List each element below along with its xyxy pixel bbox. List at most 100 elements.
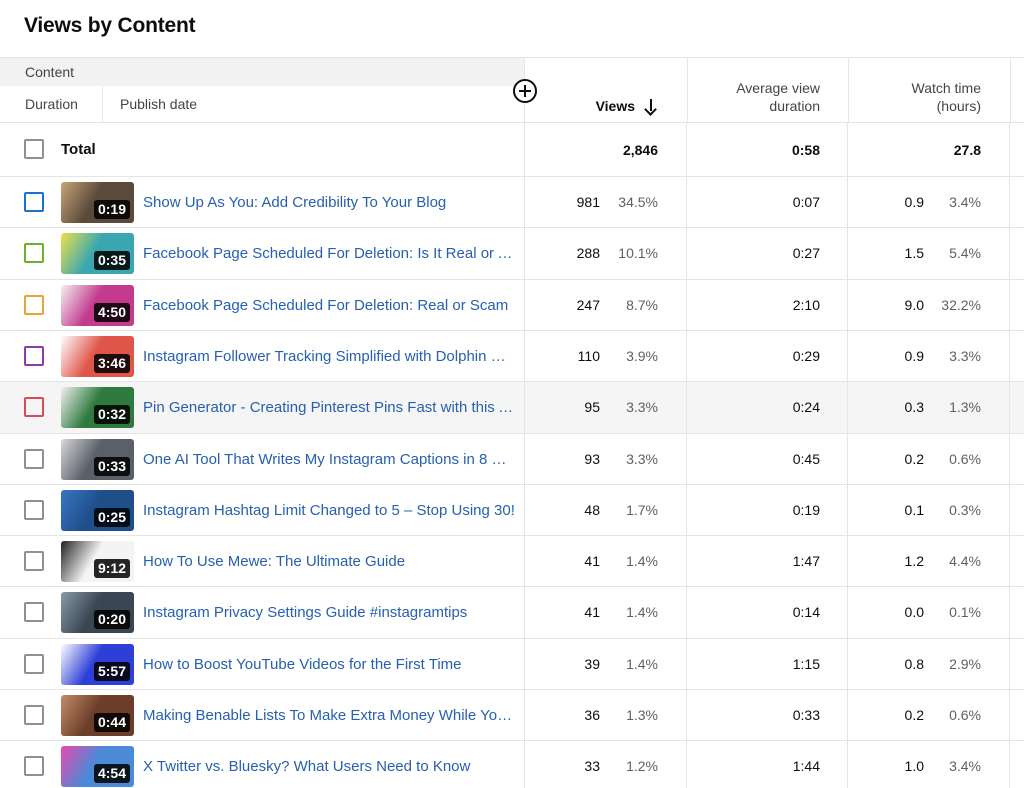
row-checkbox[interactable] [24, 756, 44, 776]
divider [1009, 741, 1010, 788]
divider [524, 177, 525, 227]
views-value: 48 [584, 502, 600, 518]
views-percent: 1.7% [626, 502, 658, 518]
video-title-link[interactable]: Pin Generator - Creating Pinterest Pins … [143, 399, 515, 416]
divider [686, 177, 687, 227]
video-title-link[interactable]: Facebook Page Scheduled For Deletion: Is… [143, 245, 515, 262]
table-row[interactable]: 0:25 Instagram Hashtag Limit Changed to 5… [0, 485, 1024, 536]
video-title-link[interactable]: Instagram Hashtag Limit Changed to 5 – S… [143, 502, 515, 519]
divider [1009, 536, 1010, 586]
watch-time-value: 0.1 [904, 502, 924, 518]
video-title-link[interactable]: Instagram Privacy Settings Guide #instag… [143, 604, 515, 621]
duration-badge: 0:32 [93, 405, 130, 424]
row-checkbox[interactable] [24, 449, 44, 469]
duration-badge: 3:46 [93, 354, 130, 373]
avg-duration-value: 0:29 [792, 348, 820, 364]
video-title-link[interactable]: How to Boost YouTube Videos for the Firs… [143, 656, 515, 673]
row-checkbox[interactable] [24, 705, 44, 725]
watch-time-value: 0.9 [904, 348, 924, 364]
table-row[interactable]: 3:46 Instagram Follower Tracking Simplifi… [0, 331, 1024, 382]
video-title-link[interactable]: One AI Tool That Writes My Instagram Cap… [143, 451, 515, 468]
video-title-link[interactable]: Show Up As You: Add Credibility To Your … [143, 194, 515, 211]
views-value: 33 [584, 758, 600, 774]
total-checkbox[interactable] [24, 139, 44, 159]
divider [524, 587, 525, 638]
table-row[interactable]: 9:12 How To Use Mewe: The Ultimate Guide 4… [0, 536, 1024, 587]
video-title-link[interactable]: Instagram Follower Tracking Simplified w… [143, 348, 515, 365]
avg-duration-value: 2:10 [792, 297, 820, 313]
divider [847, 123, 848, 176]
video-title-link[interactable]: How To Use Mewe: The Ultimate Guide [143, 553, 515, 570]
sort-down-icon [645, 99, 657, 113]
row-checkbox[interactable] [24, 654, 44, 674]
video-thumbnail[interactable]: 4:54 [61, 746, 134, 787]
duration-badge: 9:12 [93, 559, 130, 578]
next-column-edge [1010, 58, 1024, 123]
table-row[interactable]: 4:54 X Twitter vs. Bluesky? What Users Ne… [0, 741, 1024, 788]
video-thumbnail[interactable]: 0:19 [61, 182, 134, 223]
add-column-icon[interactable] [513, 79, 537, 103]
row-checkbox[interactable] [24, 551, 44, 571]
divider [686, 639, 687, 689]
row-checkbox[interactable] [24, 500, 44, 520]
video-thumbnail[interactable]: 0:33 [61, 439, 134, 480]
views-value: 247 [576, 297, 600, 313]
divider [686, 382, 687, 433]
avg-duration-value: 0:27 [792, 245, 820, 261]
row-checkbox[interactable] [24, 295, 44, 315]
dimension-header: Content Duration Publish date [0, 58, 524, 123]
divider [1009, 485, 1010, 535]
views-value: 41 [584, 553, 600, 569]
table-row[interactable]: 0:32 Pin Generator - Creating Pinterest P… [0, 382, 1024, 434]
divider [686, 690, 687, 740]
video-thumbnail[interactable]: 0:44 [61, 695, 134, 736]
watch-time-value: 1.2 [904, 553, 924, 569]
row-checkbox[interactable] [24, 243, 44, 263]
video-thumbnail[interactable]: 3:46 [61, 336, 134, 377]
table-row[interactable]: 0:19 Show Up As You: Add Credibility To Y… [0, 177, 1024, 228]
watch-time-percent: 0.6% [949, 707, 981, 723]
views-column-header[interactable]: Views [524, 58, 687, 123]
video-thumbnail[interactable]: 5:57 [61, 644, 134, 685]
row-checkbox[interactable] [24, 192, 44, 212]
avg-duration-value: 1:15 [792, 656, 820, 672]
video-thumbnail[interactable]: 0:20 [61, 592, 134, 633]
duration-badge: 0:19 [93, 200, 130, 219]
video-thumbnail[interactable]: 0:32 [61, 387, 134, 428]
watch-time-value: 9.0 [904, 297, 924, 313]
table-row[interactable]: 0:35 Facebook Page Scheduled For Deletion… [0, 228, 1024, 280]
table-row[interactable]: 0:44 Making Benable Lists To Make Extra M… [0, 690, 1024, 741]
views-percent: 1.3% [626, 707, 658, 723]
video-thumbnail[interactable]: 0:25 [61, 490, 134, 531]
divider [847, 434, 848, 484]
table-row[interactable]: 5:57 How to Boost YouTube Videos for the … [0, 639, 1024, 690]
divider [686, 280, 687, 330]
watch-time-percent: 32.2% [941, 297, 981, 313]
table-row[interactable]: 0:33 One AI Tool That Writes My Instagram… [0, 434, 1024, 485]
views-value: 93 [584, 451, 600, 467]
watch-time-value: 1.0 [904, 758, 924, 774]
views-value: 41 [584, 604, 600, 620]
video-title-link[interactable]: X Twitter vs. Bluesky? What Users Need t… [143, 758, 515, 775]
views-value: 36 [584, 707, 600, 723]
divider [847, 587, 848, 638]
row-checkbox[interactable] [24, 602, 44, 622]
divider [1009, 331, 1010, 381]
video-title-link[interactable]: Facebook Page Scheduled For Deletion: Re… [143, 297, 515, 314]
video-title-link[interactable]: Making Benable Lists To Make Extra Money… [143, 707, 515, 724]
table-row[interactable]: 0:20 Instagram Privacy Settings Guide #in… [0, 587, 1024, 639]
table-row[interactable]: 4:50 Facebook Page Scheduled For Deletion… [0, 280, 1024, 331]
watch-time-value: 0.2 [904, 707, 924, 723]
row-checkbox[interactable] [24, 397, 44, 417]
watch-time-column-header[interactable]: Watch time (hours) [848, 58, 1010, 123]
watch-time-value: 0.3 [904, 399, 924, 415]
avg-duration-column-header[interactable]: Average view duration [687, 58, 848, 123]
video-thumbnail[interactable]: 9:12 [61, 541, 134, 582]
publish-date-tab[interactable]: Publish date [104, 86, 284, 123]
video-thumbnail[interactable]: 0:35 [61, 233, 134, 274]
row-checkbox[interactable] [24, 346, 44, 366]
duration-tab[interactable]: Duration [0, 86, 103, 123]
watch-time-value: 1.5 [904, 245, 924, 261]
avg-duration-value: 1:44 [792, 758, 820, 774]
video-thumbnail[interactable]: 4:50 [61, 285, 134, 326]
